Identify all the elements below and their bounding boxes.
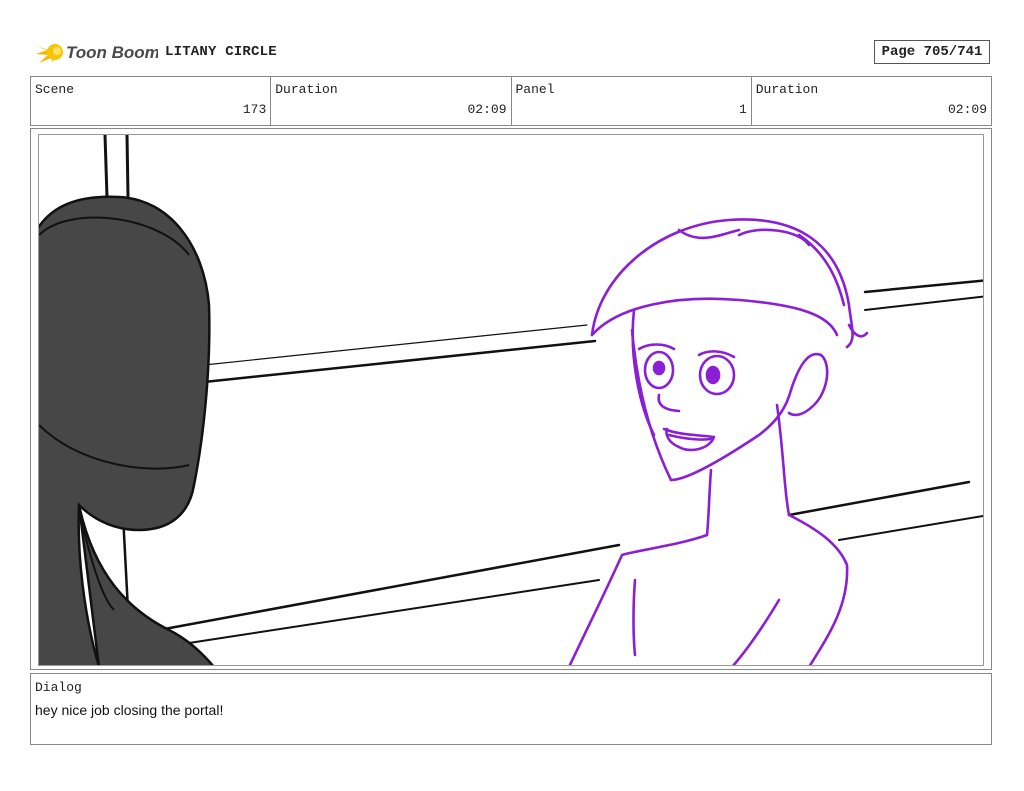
background-lines: [103, 135, 983, 665]
panel-duration-value: 02:09: [947, 102, 987, 117]
panel-image: [38, 134, 984, 666]
scene-value: 173: [242, 102, 267, 117]
panel-label: Panel: [515, 82, 555, 97]
scene-cell: Scene 173: [31, 77, 272, 125]
dialog-box: Dialog hey nice job closing the portal!: [30, 673, 992, 745]
scene-duration-cell: Duration 02:09: [271, 77, 512, 125]
purple-character-sketch: [568, 218, 869, 665]
scene-duration-value: 02:09: [467, 102, 507, 117]
scene-duration-label: Duration: [275, 82, 338, 97]
storyboard-panel-frame: [30, 128, 992, 670]
panel-cell: Panel 1: [512, 77, 752, 125]
page-number: Page 705/741: [874, 40, 990, 64]
project-title: LITANY CIRCLE: [165, 44, 277, 60]
panel-duration-cell: Duration 02:09: [752, 77, 991, 125]
panel-value: 1: [738, 102, 747, 117]
logo-text: Toon Boom: [66, 43, 158, 62]
panel-duration-label: Duration: [755, 82, 819, 97]
scene-label: Scene: [35, 82, 75, 97]
dialog-label: Dialog: [35, 680, 82, 695]
dialog-text: hey nice job closing the portal!: [35, 702, 224, 718]
comet-icon: [35, 44, 63, 63]
toon-boom-logo: Toon Boom: [33, 36, 158, 68]
info-row: Scene 173 Duration 02:09 Panel 1 Duratio…: [30, 76, 992, 126]
